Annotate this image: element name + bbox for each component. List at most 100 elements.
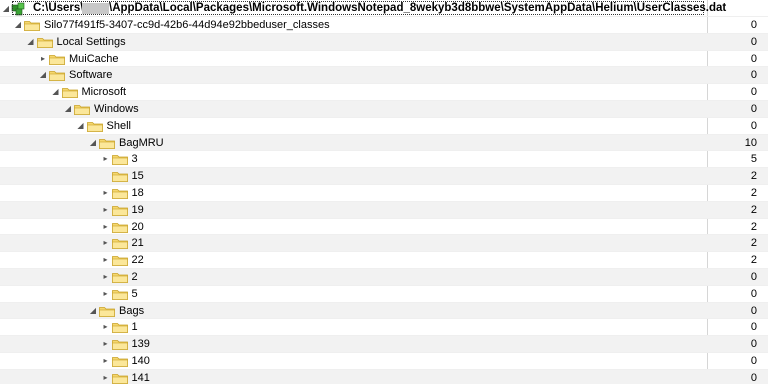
tree-row-count: 0 — [750, 52, 757, 65]
collapse-toggle-icon[interactable]: ◢ — [89, 135, 97, 152]
expand-toggle-icon[interactable]: ▸ — [102, 319, 110, 336]
root-path-suffix: \AppData\Local\Packages\Microsoft.Window… — [109, 2, 727, 14]
tree-row[interactable]: ▸ 141 0 — [0, 369, 768, 384]
tree-row[interactable]: ▸ 20 2 — [0, 219, 768, 236]
tree-row[interactable]: ◢ Bags 0 — [0, 302, 768, 320]
tree-row[interactable]: ▸ 18 2 — [0, 185, 768, 202]
expand-toggle-icon[interactable]: ▸ — [102, 353, 110, 370]
tree-row[interactable]: ◢ Microsoft 0 — [0, 84, 768, 101]
folder-icon — [111, 172, 128, 183]
folder-icon — [111, 289, 128, 300]
collapse-toggle-icon[interactable]: ◢ — [77, 118, 85, 135]
tree-row[interactable]: ◢ Windows 0 — [0, 100, 768, 118]
folder-icon — [111, 205, 128, 216]
tree-row-count: 2 — [750, 220, 757, 233]
expand-toggle-icon[interactable]: ▸ — [102, 370, 110, 384]
tree-row-label: 3 — [131, 153, 138, 166]
tree-row-label: Shell — [106, 119, 131, 132]
tree-row-label: 15 — [131, 170, 144, 183]
tree-row[interactable]: ▸ 21 2 — [0, 235, 768, 253]
tree-row-label: 2 — [131, 270, 138, 283]
tree-row-count: 0 — [750, 287, 757, 300]
folder-icon — [74, 105, 90, 115]
tree-row-count: 0 — [750, 119, 757, 132]
expand-toggle-icon[interactable]: ▸ — [102, 235, 110, 252]
tree-row-label: 5 — [131, 287, 138, 300]
tree-row-label: Silo77f491f5-3407-cc9d-42b6-44d94e92bbed… — [44, 19, 330, 31]
collapse-toggle-icon[interactable]: ◢ — [14, 17, 22, 34]
tree-row-label: 19 — [131, 203, 144, 216]
expand-toggle-icon[interactable]: ▸ — [102, 202, 110, 219]
tree-row[interactable]: ◢ Shell 0 — [0, 118, 768, 135]
folder-icon — [111, 155, 128, 166]
tree-row[interactable]: 15 2 — [0, 168, 768, 185]
expand-toggle-icon[interactable]: ▸ — [102, 286, 110, 303]
collapse-toggle-icon[interactable]: ◢ — [64, 101, 72, 118]
tree-row-count: 0 — [750, 102, 757, 115]
folder-icon — [111, 340, 128, 351]
tree-row-count: 0 — [750, 69, 757, 82]
tree-row-label: Local Settings — [56, 35, 126, 48]
collapse-toggle-icon[interactable]: ◢ — [27, 34, 35, 51]
folder-icon — [61, 88, 78, 99]
tree-row-label: Microsoft — [81, 86, 127, 99]
tree-row-label: 21 — [131, 237, 144, 250]
tree-row-label: 20 — [131, 220, 144, 233]
tree-row[interactable]: ◢ Local Settings 0 — [0, 33, 768, 51]
root-path-prefix: C:\Users\ — [33, 2, 84, 14]
folder-icon — [111, 323, 128, 334]
expand-toggle-icon[interactable]: ▸ — [102, 185, 110, 202]
tree-row[interactable]: ▸ MuiCache 0 — [0, 51, 768, 68]
folder-icon — [111, 373, 128, 384]
tree-row-count: 2 — [750, 203, 757, 216]
expand-toggle-icon[interactable]: ▸ — [102, 269, 110, 286]
tree-row-count: 0 — [750, 321, 757, 334]
tree-row-label: 141 — [131, 371, 150, 384]
expand-toggle-icon[interactable]: ▸ — [102, 252, 110, 269]
tree-row[interactable]: ▸ 22 2 — [0, 252, 768, 269]
tree-row[interactable]: ◢ Silo77f491f5-3407-cc9d-42b6-44d94e92bbe… — [0, 17, 768, 34]
expand-toggle-icon[interactable]: ▸ — [102, 151, 110, 168]
tree-row[interactable]: ▸ 3 5 — [0, 151, 768, 169]
folder-icon — [99, 138, 115, 149]
tree-row[interactable]: ▸ 140 0 — [0, 353, 768, 370]
tree-row[interactable]: ▸ 5 0 — [0, 286, 768, 303]
tree-row[interactable]: ▸ 139 0 — [0, 336, 768, 353]
collapse-toggle-icon[interactable]: ◢ — [39, 67, 47, 84]
collapse-toggle-icon[interactable]: ◢ — [2, 0, 10, 17]
tree-row[interactable]: ◢ Software 0 — [0, 67, 768, 85]
folder-icon — [36, 37, 53, 48]
tree-row[interactable]: ▸ 19 2 — [0, 201, 768, 219]
tree-row-count: 0 — [750, 371, 757, 384]
tree-row-count: 0 — [750, 19, 757, 31]
expand-toggle-icon[interactable]: ▸ — [102, 219, 110, 236]
tree-row[interactable]: ▸ 1 0 — [0, 319, 768, 337]
tree-row-count: 2 — [750, 186, 757, 199]
tree-row-count: 0 — [750, 86, 757, 99]
folder-icon — [49, 71, 65, 82]
tree-root-row[interactable]: ◢ C:\Users\ \AppData\Local\Packages\Micr… — [0, 0, 768, 17]
tree-row-label: Software — [69, 69, 113, 82]
collapse-toggle-icon[interactable]: ◢ — [89, 303, 97, 320]
folder-icon — [86, 121, 103, 132]
folder-icon — [111, 189, 128, 199]
tree-row[interactable]: ▸ 2 0 — [0, 268, 768, 286]
collapse-toggle-icon[interactable]: ◢ — [52, 84, 60, 101]
tree-row-label: 18 — [131, 186, 144, 199]
tree-row-label: BagMRU — [119, 136, 164, 149]
tree-row-label: 22 — [131, 254, 144, 267]
tree-row-count: 2 — [750, 170, 757, 183]
folder-icon — [111, 222, 128, 233]
tree-row-count: 0 — [750, 270, 757, 283]
folder-icon — [111, 357, 128, 367]
tree-row-count: 2 — [750, 237, 757, 250]
expand-toggle-icon[interactable]: ▸ — [102, 336, 110, 353]
folder-icon — [49, 54, 65, 65]
tree-row[interactable]: ◢ BagMRU 10 — [0, 134, 768, 152]
expand-toggle-icon[interactable]: ▸ — [39, 51, 47, 68]
folder-icon — [99, 306, 115, 317]
redacted-username — [82, 3, 109, 14]
registry-tree: ◢ C:\Users\ \AppData\Local\Packages\Micr… — [0, 0, 768, 384]
tree-row-label: 140 — [131, 354, 150, 367]
folder-icon — [111, 273, 128, 283]
